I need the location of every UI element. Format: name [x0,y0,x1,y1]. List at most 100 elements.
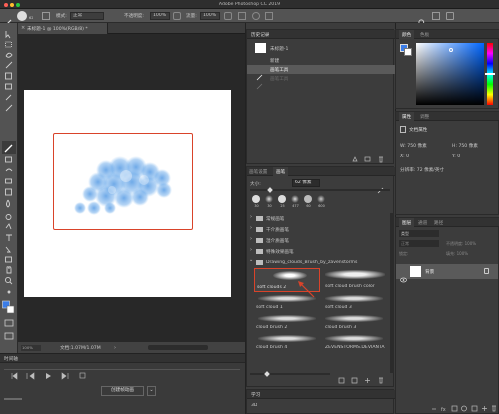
layer-filter-select[interactable]: 类型 [399,230,439,237]
brush-group[interactable]: › 常规画笔 [247,213,389,223]
brush-tool-icon[interactable] [4,12,12,27]
history-item-selected[interactable]: 画笔工具 [247,65,395,81]
quick-mask-icon [4,319,14,327]
history-item[interactable]: 画笔工具 [247,74,395,90]
tab-properties[interactable]: 属性 [399,112,415,121]
layer-fill[interactable]: 填充: 100% [446,251,468,257]
brush-group[interactable]: › 干介质画笔 [247,224,389,234]
timeline-dropdown-icon[interactable]: ⌄ [147,386,156,396]
brush-scrollbar[interactable] [390,213,394,373]
resolution-value[interactable]: 分辨率: 72 像素/英寸 [400,167,444,173]
color-picker-cursor[interactable] [449,48,453,52]
brush-settings-toggle-icon[interactable] [42,12,50,20]
brush-name: soft cloud brush color [325,284,375,289]
history-snapshot[interactable]: 未标题-1 [247,41,395,56]
preset-brush-tip[interactable] [291,195,299,203]
brush-group[interactable]: › 特殊效果画笔 [247,246,389,256]
color-bg-swatch[interactable] [404,48,412,56]
tab-swatches[interactable]: 色板 [420,32,429,38]
history-footer-icons[interactable] [351,155,393,163]
history-item[interactable]: 新建 [247,56,395,72]
search-icon[interactable] [418,12,426,27]
prev-frame-icon [26,372,35,380]
brush-group-expanded[interactable]: ⌄ Drawing_clouds_Brush_by_zavenstorms [247,257,389,267]
history-item-label: 画笔工具 [270,68,289,73]
preview-size-slider[interactable] [250,373,330,375]
tool-icons[interactable] [0,23,18,353]
brush-name: ZEVENSTORMS.DEVIANTA [325,345,385,350]
tab-adjustments[interactable]: 调整 [420,114,429,120]
width-value[interactable]: W: 750 像素 [400,143,427,149]
properties-section-title: 文档属性 [409,128,428,133]
history-title[interactable]: 历史记录 [251,32,269,38]
brush-tile[interactable]: ZEVENSTORMS.DEVIANTA [321,333,387,353]
brush-tile[interactable]: soft cloud 3 [321,293,387,313]
dodge-tool-icon [5,214,12,220]
preset-size: 25 [280,204,285,208]
brush-stroke-preview [325,295,383,302]
opacity-input[interactable]: 100% [150,12,170,20]
y-value[interactable]: Y: 0 [452,154,460,159]
workspace-icon[interactable] [432,12,440,20]
mode-select[interactable]: 正常 [70,12,104,20]
tab-channels[interactable]: 通道 [418,220,427,226]
brush-panel: 画笔设置 画笔 大小: 62 像素 30 30 25 477 60 600 › … [246,166,395,387]
preset-brush-tip[interactable] [317,195,325,203]
flow-input[interactable]: 100% [200,12,220,20]
tab-brush-settings[interactable]: 画笔设置 [249,169,267,175]
pressure-size-icon[interactable] [265,12,273,20]
healing-tool-icon [5,104,13,112]
airbrush-icon[interactable] [224,12,232,20]
new-brush-icon[interactable] [377,179,384,194]
brush-tile[interactable]: cloud brush 2 [254,313,320,333]
layers-footer-icons[interactable]: fx [430,405,499,413]
brush-footer-icons[interactable] [337,377,392,385]
horizontal-scrollbar[interactable] [148,345,208,350]
preset-size: 477 [292,204,299,208]
history-brush-tool-icon [5,168,13,172]
create-frame-animation-button[interactable]: 创建帧动画 [101,386,144,396]
eye-icon[interactable] [400,268,407,283]
tab-paths[interactable]: 路径 [434,220,443,226]
tab-learn[interactable]: 学习 [251,392,260,398]
preset-brush-tip[interactable] [252,195,260,203]
blend-mode-select[interactable]: 正常 [399,240,439,247]
status-bar: 100% 文档:1.07M/1.07M › [18,342,245,353]
brush-tile[interactable]: soft cloud brush color [321,268,387,292]
tab-layers[interactable]: 图层 [399,218,415,227]
close-tab-icon[interactable]: × [21,25,25,31]
share-icon[interactable] [446,12,454,20]
pressure-opacity-icon[interactable] [173,12,181,20]
smoothing-icon[interactable] [238,12,246,20]
preset-brush-tip[interactable] [304,195,312,203]
chevron-right-icon: › [250,236,252,242]
brush-tile[interactable]: cloud brush 4 [254,333,320,353]
brush-group[interactable]: › 湿介质画笔 [247,235,389,245]
tab-color[interactable]: 颜色 [399,30,415,39]
size-input[interactable]: 62 像素 [292,179,320,187]
learn-panel: 学习 3D [246,389,395,414]
canvas[interactable] [24,90,231,297]
height-value[interactable]: H: 750 像素 [452,143,478,149]
3d-mode-label[interactable]: 3D [251,403,257,408]
document-tab[interactable]: × 未标题-1 @ 100%(RGB/8) * [18,23,108,34]
tab-brushes[interactable]: 画笔 [273,167,289,176]
document-tab-label: 未标题-1 @ 100%(RGB/8) * [27,27,88,32]
new-document-from-state-icon [352,156,358,162]
delete-brush-icon [379,377,383,384]
status-menu-arrow-icon[interactable]: › [114,345,116,351]
symmetry-icon[interactable] [252,12,260,20]
preset-brush-tip[interactable] [265,195,273,203]
playback-controls[interactable] [10,371,100,381]
color-picker-field[interactable] [416,43,484,105]
zoom-level[interactable]: 100% [21,345,41,351]
brush-preset-picker[interactable] [17,11,27,21]
layer-row[interactable]: 背景 [396,264,498,283]
add-mask-icon [451,405,458,412]
layer-opacity[interactable]: 不透明度: 100% [446,241,476,247]
hue-slider-handle[interactable] [485,73,495,75]
brush-tile[interactable]: cloud brush 3 [321,313,387,333]
preset-brush-tip[interactable] [278,195,286,203]
x-value[interactable]: X: 0 [400,154,409,159]
timeline-title[interactable]: 时间轴 [4,356,18,362]
